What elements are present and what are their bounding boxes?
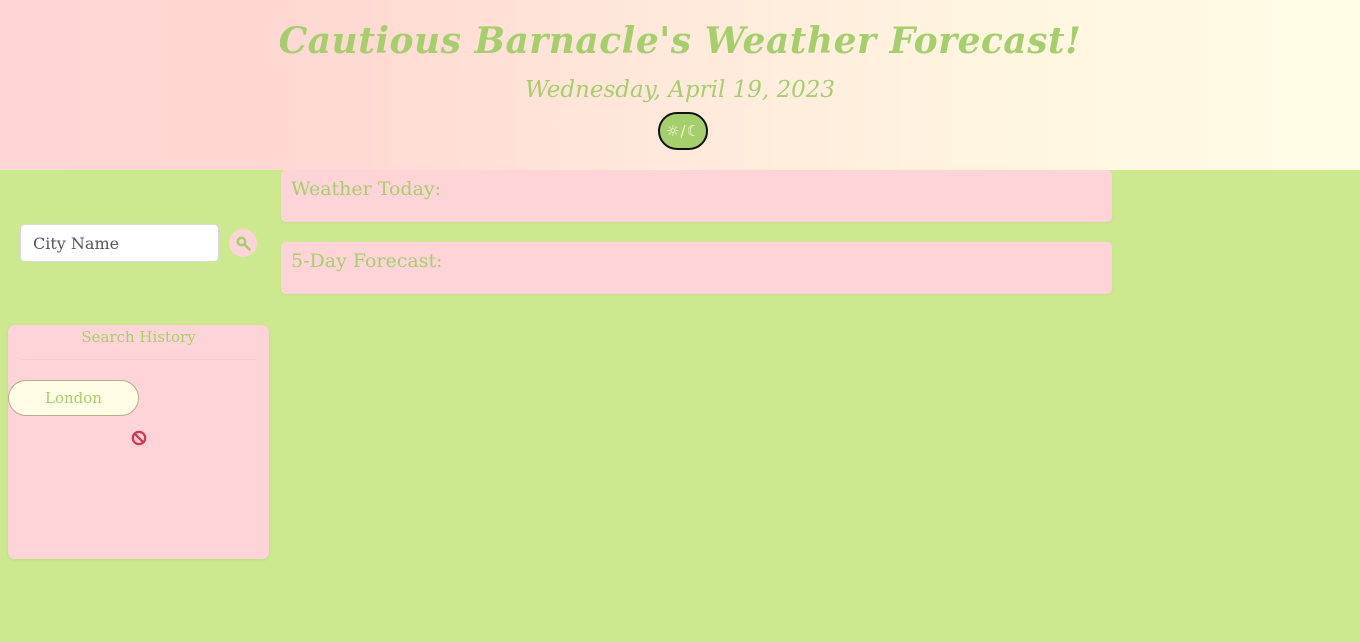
weather-today-title: Weather Today: bbox=[291, 178, 442, 200]
moon-icon: ☾ bbox=[686, 121, 700, 140]
search-button[interactable] bbox=[229, 229, 257, 257]
prohibited-icon bbox=[131, 430, 147, 446]
history-item-london[interactable]: London bbox=[8, 380, 139, 416]
clear-history-button[interactable] bbox=[131, 430, 147, 446]
five-day-forecast-card: 5-Day Forecast: bbox=[281, 242, 1112, 294]
city-search-input[interactable] bbox=[20, 224, 219, 262]
search-history-panel: Search History London bbox=[8, 325, 269, 559]
weather-today-card: Weather Today: bbox=[281, 170, 1112, 222]
theme-toggle-button[interactable]: ☼ / ☾ bbox=[658, 112, 708, 150]
sun-icon: ☼ bbox=[666, 121, 680, 140]
divider bbox=[20, 359, 257, 360]
magnifier-icon bbox=[236, 236, 251, 251]
toggle-separator: / bbox=[680, 121, 686, 140]
search-history-title: Search History bbox=[81, 328, 196, 346]
page-title: Cautious Barnacle's Weather Forecast! bbox=[278, 20, 1082, 62]
current-date: Wednesday, April 19, 2023 bbox=[524, 77, 836, 103]
five-day-forecast-title: 5-Day Forecast: bbox=[291, 250, 443, 272]
header: Cautious Barnacle's Weather Forecast! We… bbox=[0, 0, 1360, 170]
